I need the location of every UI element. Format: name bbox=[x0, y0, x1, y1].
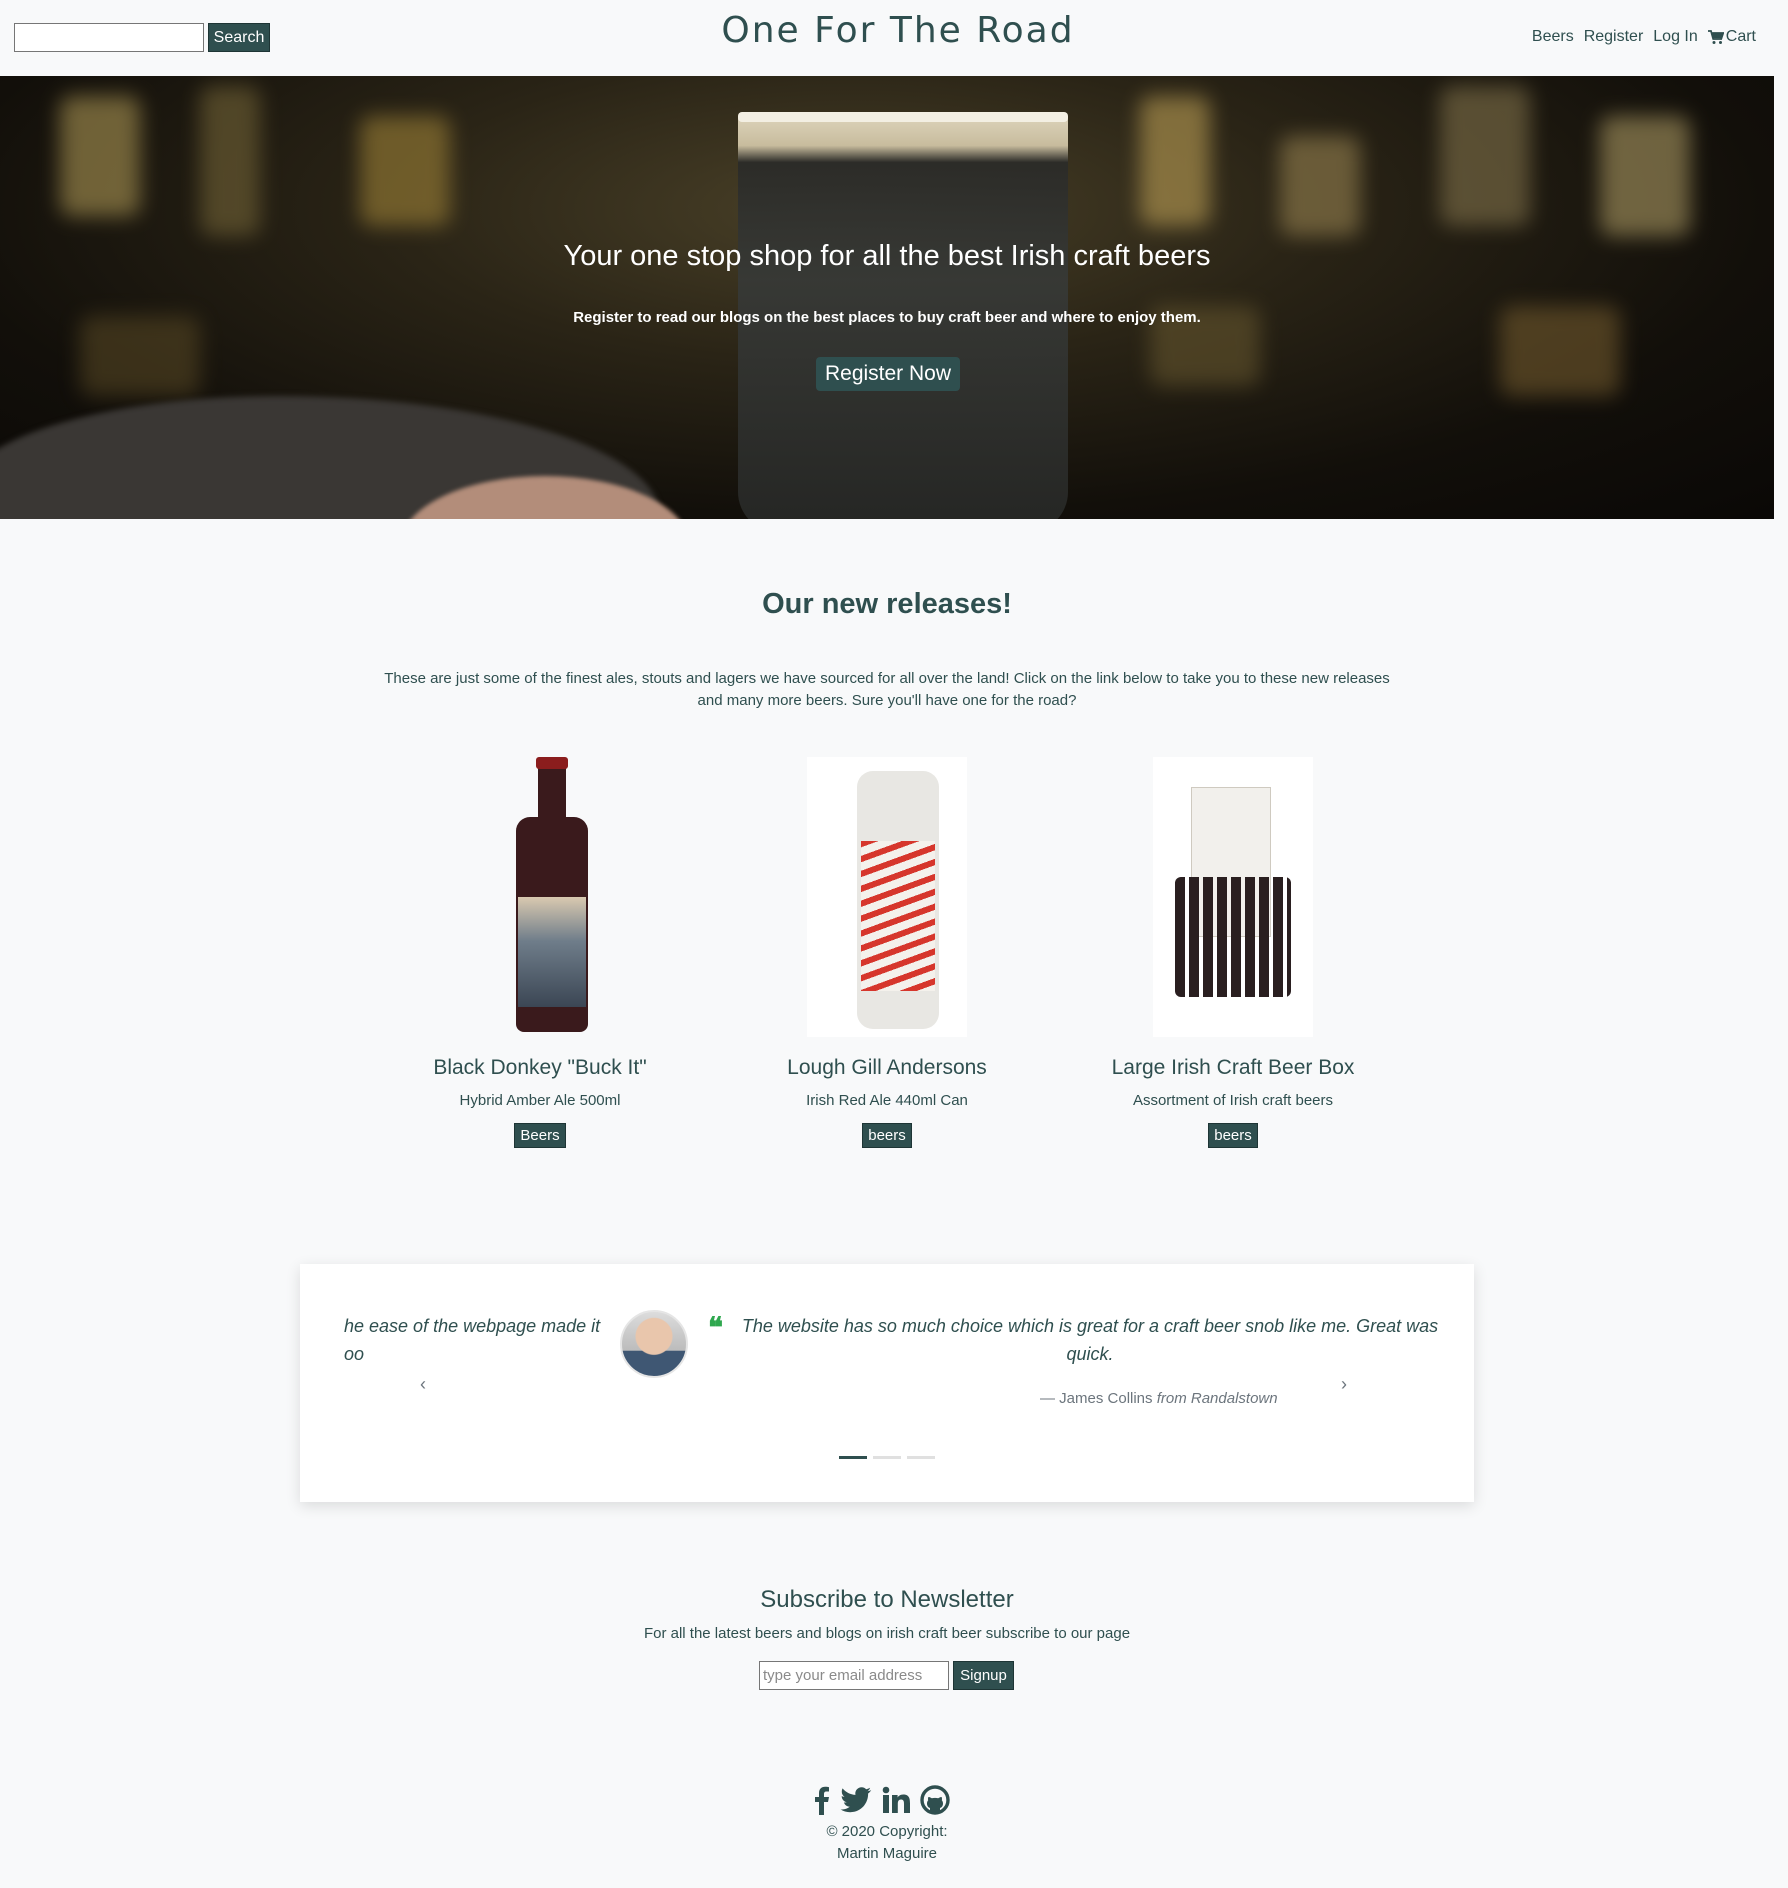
product-category-button[interactable]: beers bbox=[1208, 1123, 1258, 1148]
hero-pint-rim bbox=[738, 112, 1068, 122]
hero-bokeh bbox=[360, 116, 450, 226]
github-icon[interactable] bbox=[920, 1785, 950, 1815]
hero-banner: Your one stop shop for all the best Iris… bbox=[0, 76, 1774, 519]
nav-register-link[interactable]: Register bbox=[1584, 28, 1644, 46]
nav-login-link[interactable]: Log In bbox=[1653, 28, 1697, 46]
hero-subtitle: Register to read our blogs on the best p… bbox=[573, 309, 1201, 326]
hero-bokeh bbox=[1440, 86, 1530, 226]
navbar: Search One For The Road Beers Register L… bbox=[0, 0, 1788, 76]
author-name: — James Collins bbox=[1040, 1390, 1153, 1407]
carousel-indicator[interactable] bbox=[873, 1456, 901, 1459]
social-links bbox=[812, 1785, 950, 1815]
facebook-icon[interactable] bbox=[812, 1785, 830, 1815]
hero-bokeh bbox=[1280, 136, 1360, 236]
carousel-prev-arrow-icon[interactable]: ‹ bbox=[420, 1374, 426, 1395]
hero-title: Your one stop shop for all the best Iris… bbox=[563, 240, 1211, 272]
nav-links: Beers Register Log In Cart bbox=[1532, 28, 1756, 46]
bottle-label bbox=[518, 897, 586, 1007]
product-description: Irish Red Ale 440ml Can bbox=[806, 1092, 968, 1109]
can-pattern bbox=[861, 841, 935, 991]
new-releases-title: Our new releases! bbox=[762, 588, 1012, 620]
product-image[interactable] bbox=[460, 757, 620, 1037]
nav-beers-link[interactable]: Beers bbox=[1532, 28, 1574, 46]
twitter-icon[interactable] bbox=[840, 1786, 872, 1814]
previous-testimonial-fragment: he ease of the webpage made it oo bbox=[344, 1316, 601, 1364]
carousel-indicator[interactable] bbox=[907, 1456, 935, 1459]
hero-bokeh bbox=[80, 316, 200, 396]
product-card: Large Irish Craft Beer Box Assortment of… bbox=[1083, 757, 1383, 1148]
new-releases-description: These are just some of the finest ales, … bbox=[384, 670, 1390, 709]
product-category-button[interactable]: beers bbox=[862, 1123, 912, 1148]
newsletter-signup-button[interactable]: Signup bbox=[953, 1661, 1014, 1690]
product-image[interactable] bbox=[807, 757, 967, 1037]
testimonial-author: — James Collins from Randalstown bbox=[900, 1390, 1300, 1407]
product-image[interactable] bbox=[1153, 757, 1313, 1037]
testimonial-text: The website has so much choice which is … bbox=[741, 1316, 1439, 1364]
can-body bbox=[857, 771, 939, 1029]
product-name[interactable]: Black Donkey "Buck It" bbox=[390, 1056, 690, 1080]
newsletter-email-input[interactable] bbox=[759, 1661, 949, 1690]
testimonial-carousel: he ease of the webpage made it oo ❝ The … bbox=[300, 1264, 1474, 1502]
cart-label: Cart bbox=[1725, 28, 1756, 45]
newsletter-title: Subscribe to Newsletter bbox=[760, 1586, 1014, 1613]
product-name[interactable]: Large Irish Craft Beer Box bbox=[1083, 1056, 1383, 1080]
carousel-next-arrow-icon[interactable]: › bbox=[1341, 1374, 1347, 1395]
copyright-line: © 2020 Copyright: bbox=[826, 1823, 948, 1840]
nav-cart-link[interactable]: Cart bbox=[1707, 28, 1756, 46]
linkedin-icon[interactable] bbox=[882, 1786, 910, 1814]
bottle-neck bbox=[538, 765, 566, 829]
carousel-indicator[interactable] bbox=[839, 1456, 867, 1459]
author-location: from Randalstown bbox=[1156, 1390, 1278, 1407]
copyright-author: Martin Maguire bbox=[836, 1845, 938, 1862]
hero-bokeh bbox=[60, 96, 140, 216]
bottle-cap bbox=[536, 757, 568, 769]
hero-bokeh bbox=[1140, 96, 1210, 226]
register-now-button[interactable]: Register Now bbox=[816, 357, 960, 391]
brand-title[interactable]: One For The Road bbox=[0, 10, 1788, 51]
beer-box-bottles bbox=[1175, 877, 1291, 997]
product-description: Assortment of Irish craft beers bbox=[1132, 1092, 1334, 1109]
product-description: Hybrid Amber Ale 500ml bbox=[459, 1092, 621, 1109]
hero-bokeh bbox=[200, 86, 260, 236]
product-card: Lough Gill Andersons Irish Red Ale 440ml… bbox=[737, 757, 1037, 1148]
quote-icon: ❝ bbox=[708, 1311, 724, 1344]
product-name[interactable]: Lough Gill Andersons bbox=[737, 1056, 1037, 1080]
shopping-cart-icon bbox=[1707, 29, 1724, 44]
carousel-indicators bbox=[839, 1456, 935, 1459]
copyright: © 2020 Copyright: Martin Maguire bbox=[0, 1821, 1774, 1865]
newsletter-subtitle: For all the latest beers and blogs on ir… bbox=[643, 1625, 1131, 1642]
product-card: Black Donkey "Buck It" Hybrid Amber Ale … bbox=[390, 757, 690, 1148]
product-category-button[interactable]: Beers bbox=[514, 1123, 566, 1148]
hero-bokeh bbox=[1600, 116, 1690, 236]
avatar bbox=[620, 1310, 688, 1378]
